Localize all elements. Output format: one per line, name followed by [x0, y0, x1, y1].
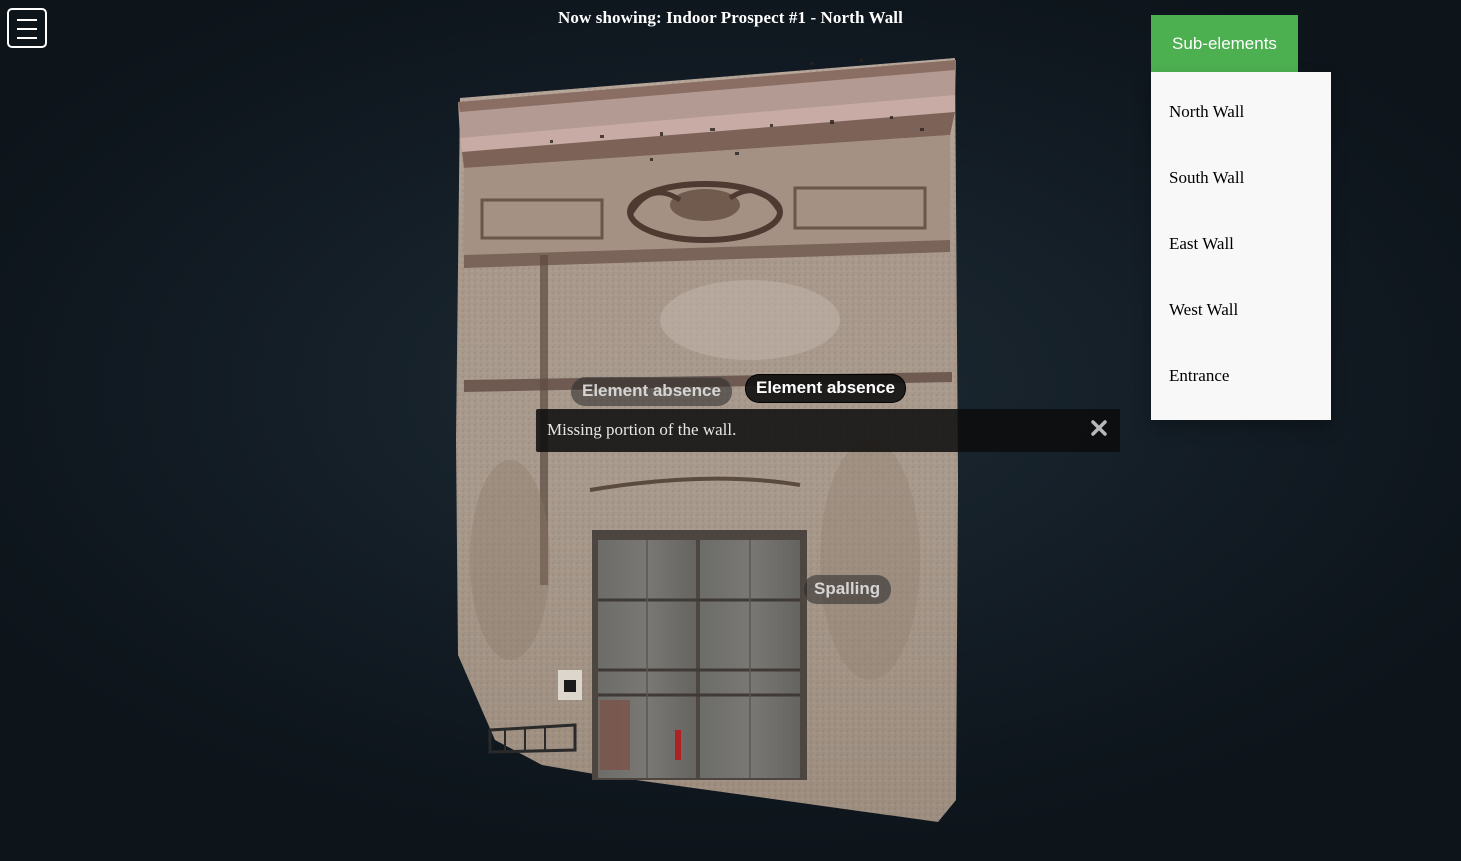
menu-item-north-wall[interactable]: North Wall — [1151, 72, 1331, 138]
menu-item-entrance[interactable]: Entrance — [1151, 336, 1331, 402]
menu-item-south-wall[interactable]: South Wall — [1151, 138, 1331, 204]
menu-item-west-wall[interactable]: West Wall — [1151, 270, 1331, 336]
annotation-element-absence-2[interactable]: Element absence — [745, 374, 906, 403]
annotation-description-popup: Missing portion of the wall. — [536, 409, 1120, 452]
sub-elements-button[interactable]: Sub-elements — [1151, 15, 1298, 72]
annotation-spalling[interactable]: Spalling — [803, 575, 892, 604]
annotation-description: Missing portion of the wall. — [547, 420, 737, 439]
sub-elements-menu: North Wall South Wall East Wall West Wal… — [1151, 72, 1331, 420]
menu-bar — [17, 28, 37, 30]
close-icon[interactable] — [1088, 417, 1110, 439]
annotation-element-absence-1[interactable]: Element absence — [571, 377, 732, 406]
menu-item-east-wall[interactable]: East Wall — [1151, 204, 1331, 270]
menu-bar — [17, 37, 37, 39]
